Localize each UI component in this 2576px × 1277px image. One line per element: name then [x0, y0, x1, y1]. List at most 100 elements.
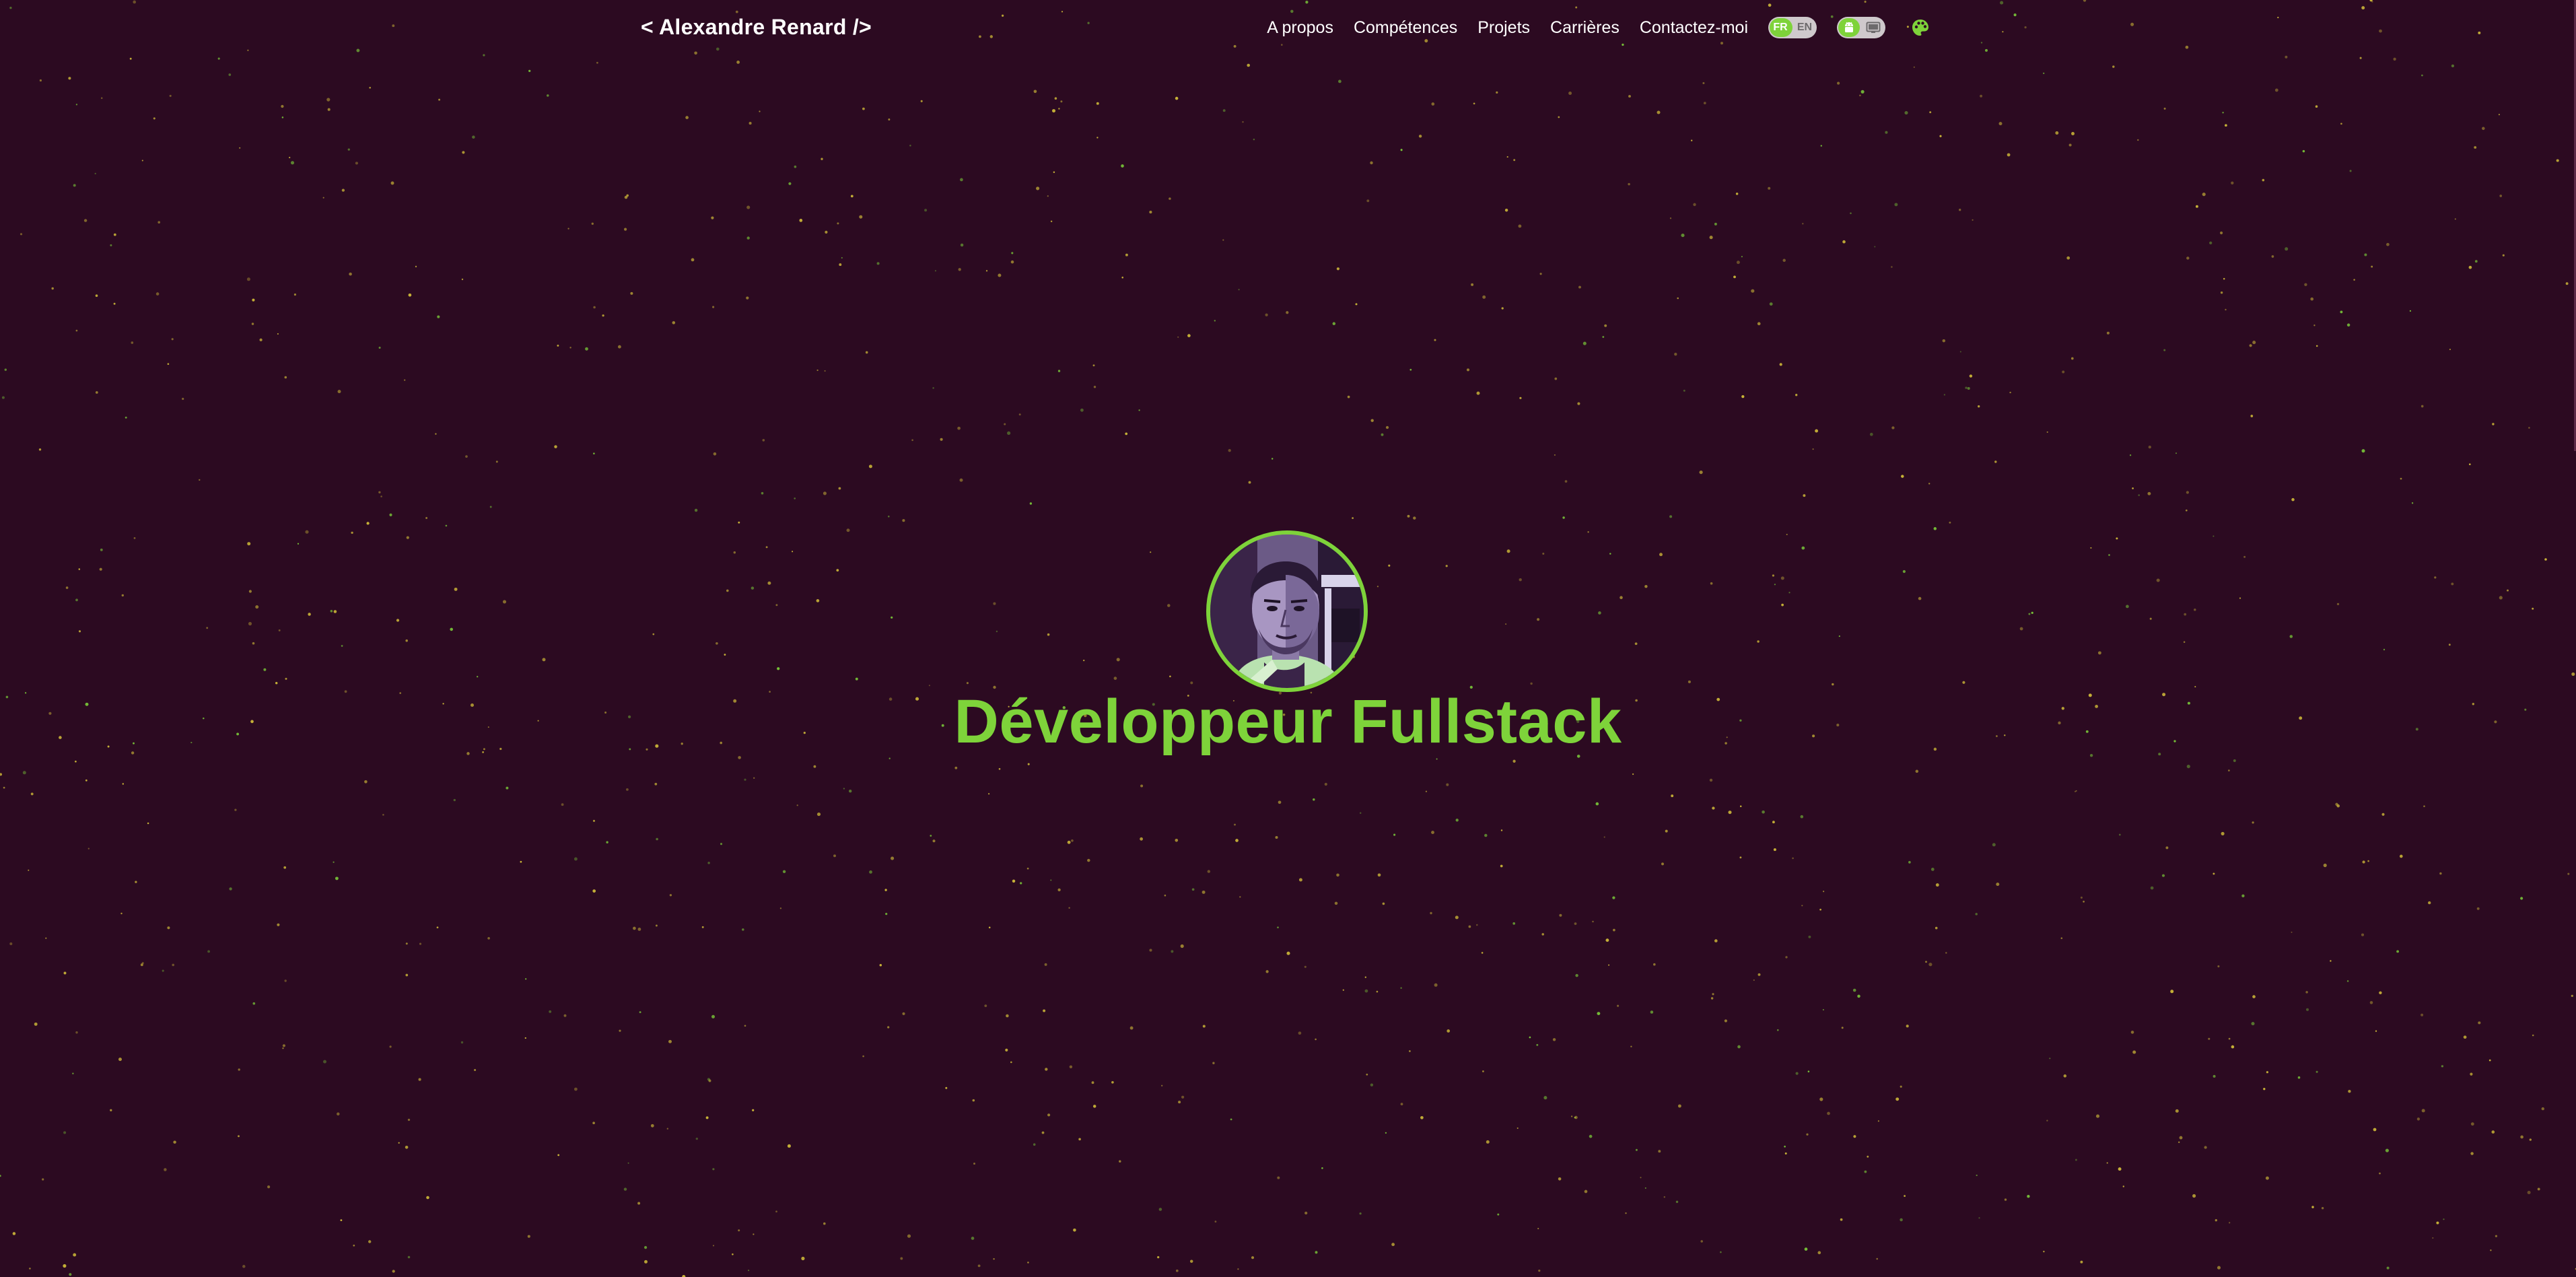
star-dot	[1962, 681, 1965, 684]
nav-item-about[interactable]: A propos	[1267, 18, 1333, 38]
star-dot	[1045, 1068, 1048, 1071]
star-dot	[2228, 1037, 2231, 1040]
star-dot	[1902, 570, 1906, 574]
star-dot	[549, 1010, 552, 1013]
star-dot	[591, 222, 594, 225]
star-dot	[1413, 516, 1416, 520]
star-dot	[1582, 341, 1587, 345]
star-dot	[1087, 858, 1090, 862]
star-dot	[1409, 368, 1412, 371]
star-dot	[2185, 45, 2189, 49]
star-dot	[1837, 81, 1840, 85]
star-dot	[1175, 1269, 1179, 1272]
star-dot	[1541, 933, 1544, 936]
star-dot	[2544, 558, 2547, 561]
star-dot	[94, 172, 96, 175]
star-dot	[823, 491, 827, 495]
star-dot	[351, 531, 353, 534]
star-dot	[2118, 833, 2121, 836]
star-dot	[585, 347, 588, 351]
star-dot	[885, 912, 888, 916]
star-dot	[738, 1229, 740, 1232]
star-dot	[1504, 208, 1508, 212]
profile-avatar	[1206, 530, 1368, 692]
site-brand[interactable]: < Alexandre Renard />	[641, 15, 872, 40]
star-dot	[1895, 1097, 1900, 1101]
star-dot	[1669, 515, 1673, 518]
star-dot	[2239, 597, 2241, 599]
star-dot	[1214, 1220, 1217, 1223]
star-dot	[275, 681, 278, 685]
star-dot	[341, 645, 343, 647]
star-dot	[2165, 846, 2169, 850]
palette-icon[interactable]	[1910, 17, 1931, 38]
star-dot	[1757, 322, 1761, 326]
star-dot	[554, 445, 557, 448]
star-dot	[644, 1246, 648, 1249]
star-dot	[2043, 72, 2045, 75]
star-dot	[435, 433, 437, 435]
star-dot	[75, 104, 78, 106]
star-dot	[2421, 405, 2424, 408]
star-dot	[110, 1109, 112, 1111]
star-dot	[1564, 480, 1568, 483]
star-dot	[1007, 431, 1011, 435]
star-dot	[326, 98, 330, 102]
star-dot	[1304, 965, 1307, 968]
star-dot	[75, 760, 77, 763]
star-dot	[290, 161, 295, 165]
star-dot	[1338, 79, 1342, 83]
star-dot	[327, 108, 330, 111]
star-dot	[1864, 1170, 1867, 1173]
page: < Alexandre Renard /> A propos Compétenc…	[0, 0, 2576, 1277]
star-dot	[1033, 1143, 1036, 1146]
android-icon	[1845, 22, 1853, 32]
nav-item-careers[interactable]: Carrières	[1550, 18, 1620, 38]
star-dot	[277, 923, 280, 926]
star-dot	[2449, 349, 2451, 351]
language-toggle[interactable]: FR EN	[1768, 17, 1817, 38]
star-dot	[238, 1068, 240, 1071]
star-dot	[1481, 952, 1484, 954]
nav-item-skills[interactable]: Compétences	[1354, 18, 1457, 38]
star-dot	[1150, 551, 1152, 553]
star-dot	[284, 979, 287, 982]
star-dot	[1891, 266, 1893, 268]
star-dot	[2421, 74, 2423, 77]
star-dot	[1959, 351, 1961, 353]
star-dot	[9, 7, 12, 9]
star-dot	[1691, 139, 1693, 141]
star-dot	[753, 1233, 755, 1235]
star-dot	[2161, 874, 2165, 877]
star-dot	[2228, 769, 2230, 771]
star-dot	[78, 568, 81, 570]
star-dot	[1577, 402, 1580, 405]
star-dot	[2499, 195, 2503, 197]
star-dot	[711, 216, 714, 219]
star-dot	[2080, 1260, 2083, 1264]
star-dot	[1026, 867, 1029, 870]
star-dot	[2346, 980, 2349, 982]
star-dot	[907, 1234, 911, 1238]
theme-toggle[interactable]	[1837, 17, 1885, 38]
nav-item-contact[interactable]: Contactez-moi	[1640, 18, 1748, 38]
star-dot	[2231, 181, 2234, 184]
star-dot	[1735, 193, 1739, 195]
star-dot	[368, 1240, 372, 1243]
star-dot	[12, 1232, 16, 1235]
star-dot	[1841, 1027, 1844, 1029]
star-dot	[2451, 582, 2454, 586]
star-dot	[705, 1116, 709, 1119]
star-dot	[2364, 253, 2367, 256]
star-dot	[2217, 1266, 2221, 1270]
star-dot	[2202, 193, 2206, 197]
star-dot	[1455, 916, 1459, 920]
star-dot	[2346, 323, 2351, 327]
star-dot	[2541, 1107, 2544, 1111]
star-dot	[1466, 368, 1470, 372]
star-dot	[1053, 171, 1055, 173]
nav-item-projects[interactable]: Projets	[1477, 18, 1530, 38]
star-dot	[2213, 535, 2215, 537]
star-dot	[278, 629, 281, 631]
star-dot	[246, 277, 250, 281]
